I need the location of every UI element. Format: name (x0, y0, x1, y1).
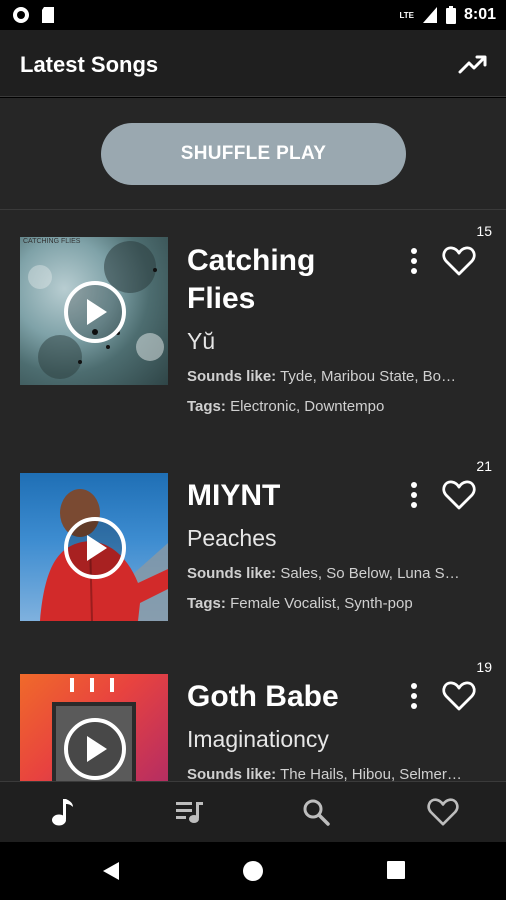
artist-name: Yŭ (187, 328, 216, 354)
play-button[interactable] (64, 517, 126, 579)
song-title: Goth Babe (187, 680, 339, 713)
nav-favorites[interactable] (380, 782, 506, 842)
heart-icon (427, 798, 459, 826)
tags: Tags: Female Vocalist, Synth-pop (187, 595, 483, 612)
like-count: 15 (476, 223, 492, 239)
like-button[interactable] (442, 244, 476, 278)
play-button[interactable] (64, 281, 126, 343)
like-count: 21 (476, 458, 492, 474)
page-title: Latest Songs (20, 52, 159, 77)
album-art[interactable] (20, 473, 168, 621)
play-icon (87, 535, 107, 561)
sounds-like-value: The Hails, Hibou, Selmer… (280, 766, 462, 781)
sounds-like-label: Sounds like: (187, 766, 277, 781)
shuffle-section: SHUFFLE PLAY (0, 98, 506, 210)
more-vert-icon (411, 683, 417, 709)
back-button[interactable] (100, 860, 122, 887)
more-options-button[interactable] (405, 480, 423, 510)
list-item[interactable]: 19 Goth Babe Imaginationcy Sounds like: … (0, 659, 506, 781)
like-count: 19 (476, 659, 492, 675)
nav-search[interactable] (253, 782, 380, 842)
recents-icon (387, 861, 405, 879)
song-list: SHUFFLE PLAY CATCHING FLIES 15 Catching … (0, 98, 506, 781)
album-art[interactable]: CATCHING FLIES (20, 237, 168, 385)
more-options-button[interactable] (405, 246, 423, 276)
app-bar: Latest Songs (0, 30, 506, 97)
network-type: LTE (399, 10, 414, 20)
sounds-like-label: Sounds like: (187, 368, 277, 385)
tags-label: Tags: (187, 595, 226, 612)
sounds-like: Sounds like: Tyde, Maribou State, Bo… (187, 368, 483, 385)
sounds-like: Sounds like: The Hails, Hibou, Selmer… (187, 766, 483, 781)
play-icon (87, 736, 107, 762)
clock: 8:01 (463, 6, 496, 23)
heart-icon (442, 681, 476, 711)
home-icon (243, 861, 263, 881)
more-vert-icon (411, 248, 417, 274)
sounds-like-value: Sales, So Below, Luna S… (280, 565, 460, 582)
sounds-like: Sounds like: Sales, So Below, Luna S… (187, 565, 483, 582)
tags-value: Electronic, Downtempo (230, 398, 385, 415)
tags-label: Tags: (187, 398, 226, 415)
signal-icon (422, 7, 437, 23)
list-item[interactable]: CATCHING FLIES 15 Catching Flies Yŭ Soun… (0, 223, 506, 427)
shuffle-play-button[interactable]: SHUFFLE PLAY (101, 123, 406, 185)
status-bar: LTE 8:01 (0, 0, 506, 30)
music-note-icon (52, 799, 74, 826)
nav-latest-songs[interactable] (0, 782, 127, 842)
heart-icon (442, 480, 476, 510)
like-button[interactable] (442, 679, 476, 713)
tags-value: Female Vocalist, Synth-pop (230, 595, 413, 612)
heart-icon (442, 246, 476, 276)
record-icon (13, 7, 29, 23)
play-button[interactable] (64, 718, 126, 780)
song-title: Catching Flies (187, 244, 316, 315)
trending-up-icon (458, 55, 487, 74)
battery-icon (445, 6, 456, 24)
artist-name: Peaches (187, 525, 277, 551)
queue-music-icon (175, 802, 203, 823)
album-art[interactable] (20, 674, 168, 781)
like-button[interactable] (442, 478, 476, 512)
sounds-like-label: Sounds like: (187, 565, 277, 582)
back-icon (103, 862, 119, 880)
home-button[interactable] (242, 860, 264, 887)
nav-playlists[interactable] (127, 782, 254, 842)
search-icon (303, 799, 330, 826)
system-nav-bar (0, 842, 506, 900)
song-title: MIYNT (187, 479, 281, 512)
tags: Tags: Electronic, Downtempo (187, 398, 483, 415)
sounds-like-value: Tyde, Maribou State, Bo… (280, 368, 457, 385)
more-vert-icon (411, 482, 417, 508)
recents-button[interactable] (386, 860, 406, 885)
list-item[interactable]: 21 MIYNT Peaches Sounds like: Sales, So … (0, 458, 506, 663)
more-options-button[interactable] (405, 681, 423, 711)
bottom-nav (0, 781, 506, 842)
sd-card-icon (42, 7, 54, 23)
artist-name: Imaginationcy (187, 726, 329, 752)
trending-button[interactable] (458, 50, 488, 80)
play-icon (87, 299, 107, 325)
